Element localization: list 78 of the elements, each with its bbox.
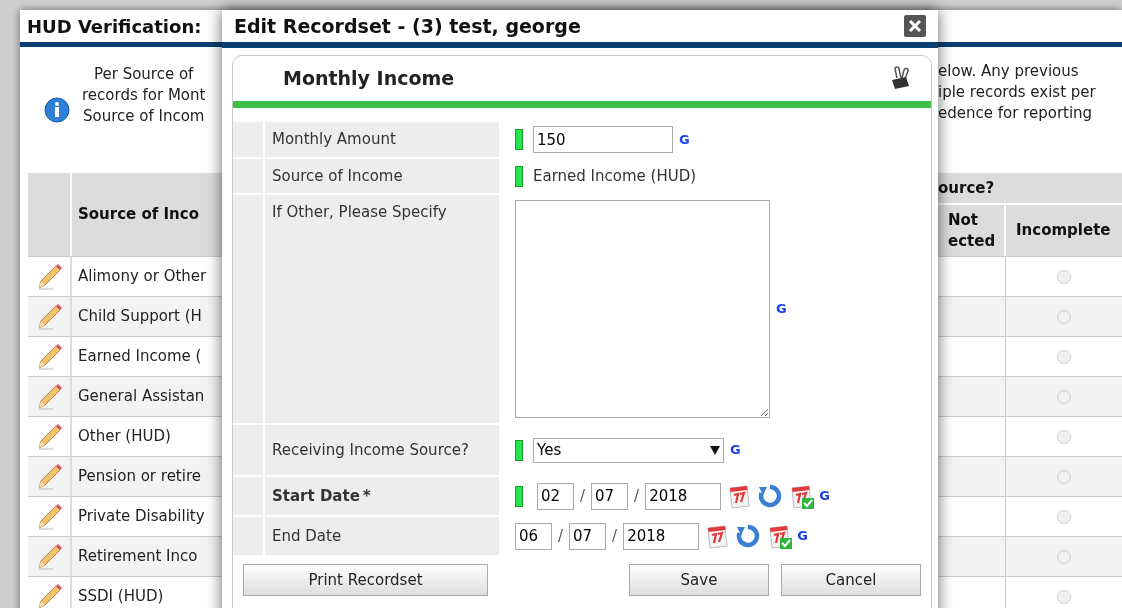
amount-field[interactable]: 150 xyxy=(533,126,673,153)
income-select[interactable]: Yes xyxy=(533,437,724,463)
field-label: Start Date * xyxy=(272,485,371,507)
radio-button[interactable] xyxy=(1057,389,1071,404)
pencil-icon[interactable] xyxy=(35,542,63,571)
refresh-icon[interactable] xyxy=(735,523,762,549)
g-link[interactable]: G xyxy=(679,129,690,150)
table-cell-text: SSDI (HUD) xyxy=(78,586,164,608)
cancel-button[interactable]: Cancel xyxy=(781,564,921,596)
radio-button[interactable] xyxy=(1057,309,1071,324)
pencil-icon[interactable] xyxy=(35,342,63,371)
pencil-icon[interactable] xyxy=(35,462,63,491)
field-label: Monthly Amount xyxy=(272,129,396,151)
g-link[interactable]: G xyxy=(776,299,787,319)
table-cell-text: Earned Income ( xyxy=(78,346,202,368)
day-field[interactable]: 07 xyxy=(569,522,607,550)
dialog-title: Edit Recordset - (3) test, george xyxy=(234,13,581,39)
radio-button[interactable] xyxy=(1057,349,1071,364)
refresh-icon[interactable] xyxy=(757,483,784,509)
pencil-icon[interactable] xyxy=(35,422,63,451)
table-cell-text: Other (HUD) xyxy=(78,426,171,448)
day-field[interactable]: 07 xyxy=(591,482,629,510)
table-cell-text: Private Disability xyxy=(78,506,205,528)
radio-button[interactable] xyxy=(1057,269,1071,284)
month-field[interactable]: 06 xyxy=(515,522,552,550)
pencil-icon[interactable] xyxy=(35,502,63,531)
g-link[interactable]: G xyxy=(730,440,741,460)
intro-text: Per Source of xyxy=(94,63,194,85)
column-header: Source of Inco xyxy=(78,204,199,226)
row-gutter xyxy=(233,425,263,475)
year-field[interactable]: 2018 xyxy=(645,482,722,510)
info-icon xyxy=(44,97,70,123)
column-header: Incomplete xyxy=(1016,220,1111,242)
intro-text: elow. Any previous xyxy=(938,61,1080,82)
panel-title: Monthly Income xyxy=(283,66,455,92)
date-separator: / xyxy=(580,485,586,507)
table-cell-text: Child Support (H xyxy=(78,306,202,328)
intro-text: records for Mont xyxy=(82,84,206,106)
close-icon[interactable] xyxy=(904,15,926,37)
row-gutter xyxy=(233,159,263,193)
radio-button[interactable] xyxy=(1057,549,1071,564)
field-label: Receiving Income Source? xyxy=(272,439,469,461)
print-recordset-button[interactable]: Print Recordset xyxy=(243,564,488,596)
pencil-icon[interactable] xyxy=(35,382,63,411)
radio-button[interactable] xyxy=(1057,509,1071,524)
intro-text: edence for reporting xyxy=(938,103,1094,124)
intro-text: Source of Incom xyxy=(82,105,205,127)
field-label: End Date xyxy=(272,525,342,547)
date-separator: / xyxy=(612,525,618,547)
radio-button[interactable] xyxy=(1057,589,1071,604)
table-cell-text: General Assistan xyxy=(78,386,205,408)
specify-field[interactable] xyxy=(515,200,770,418)
pencil-icon[interactable] xyxy=(35,262,63,291)
column-group-header: ource? xyxy=(938,177,995,199)
pencil-icon[interactable] xyxy=(35,582,63,608)
table-cell-text: Pension or retire xyxy=(78,466,201,488)
save-button[interactable]: Save xyxy=(629,564,769,596)
date-separator: / xyxy=(558,525,564,547)
date-separator: / xyxy=(634,485,640,507)
field-value: Earned Income (HUD) xyxy=(533,165,697,187)
g-link[interactable]: G xyxy=(797,526,808,546)
field-label: If Other, Please Specify xyxy=(272,202,448,223)
radio-button[interactable] xyxy=(1057,429,1071,444)
dropdown-arrow-icon xyxy=(710,445,720,455)
g-link[interactable]: G xyxy=(819,486,830,506)
radio-button[interactable] xyxy=(1057,469,1071,484)
intro-text: iple records exist per xyxy=(938,82,1096,103)
column-header: Not ected xyxy=(948,209,997,252)
row-gutter xyxy=(233,517,263,555)
row-gutter xyxy=(233,477,263,515)
table-cell-text: Alimony or Other xyxy=(78,266,207,288)
table-cell-text: Retirement Inco xyxy=(78,546,198,568)
pencil-icon[interactable] xyxy=(35,302,63,331)
page-title: HUD Verification: xyxy=(27,14,202,39)
field-label: Source of Income xyxy=(272,165,403,187)
month-field[interactable]: 02 xyxy=(537,482,574,510)
year-field[interactable]: 2018 xyxy=(623,522,700,550)
row-gutter xyxy=(233,122,263,157)
